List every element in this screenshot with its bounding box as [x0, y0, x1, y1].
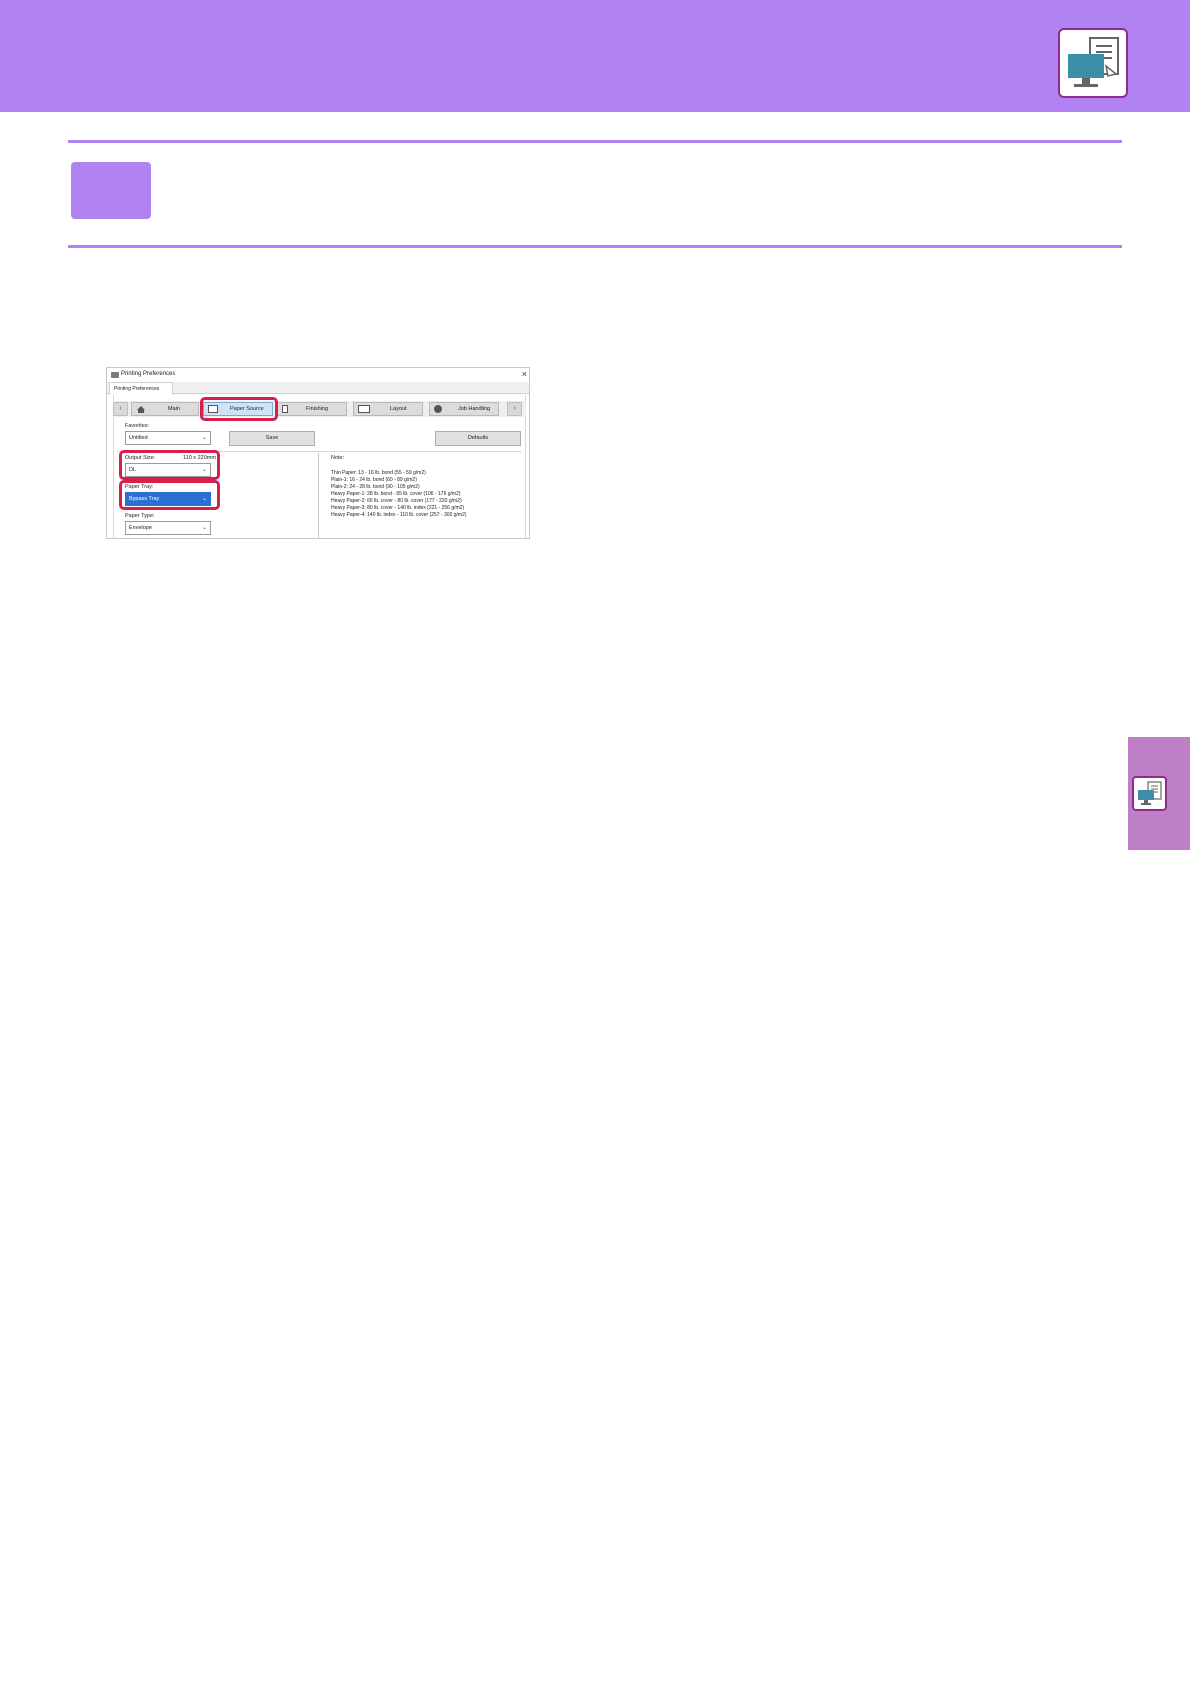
step-number-box: [71, 162, 151, 219]
finishing-icon: [282, 405, 288, 413]
dialog-title: Printing Preferences: [121, 371, 176, 377]
heading-rule-bottom: [68, 245, 1122, 248]
note-line: Heavy Paper-1: 28 lb. bond - 65 lb. cove…: [331, 491, 461, 497]
printing-preferences-dialog: Printing Preferences × Printing Preferen…: [106, 367, 530, 539]
tab-job-handling-label: Job Handling: [458, 406, 491, 412]
heading-rule-top: [68, 140, 1122, 143]
tab-finishing-label: Finishing: [306, 406, 329, 412]
print-from-pc-icon-small: [1132, 776, 1167, 811]
header-band: [0, 0, 1190, 112]
favorites-value: Untitled: [129, 435, 148, 441]
note-line: Plain-1: 16 - 24 lb. bond (60 - 89 g/m2): [331, 477, 417, 483]
tab-printing-preferences[interactable]: Printing Preferences: [109, 382, 173, 395]
tab-layout-label: Layout: [390, 406, 407, 412]
paper-type-label: Paper Type:: [125, 513, 155, 519]
chevron-down-icon: ⌄: [201, 435, 207, 441]
layout-icon: [358, 405, 370, 413]
note-line: Thin Paper: 13 - 16 lb. bond (55 - 59 g/…: [331, 470, 426, 476]
highlight-output-size: [119, 450, 220, 480]
tabs-prev-button[interactable]: ‹: [113, 402, 128, 416]
home-icon: [136, 405, 146, 413]
note-line: Heavy Paper-4: 140 lb. index - 110 lb. c…: [331, 512, 467, 518]
paper-type-value: Envelope: [129, 525, 152, 531]
dialog-titlebar: Printing Preferences ×: [107, 368, 529, 382]
save-button[interactable]: Save: [229, 431, 315, 446]
highlight-paper-source-tab: [200, 397, 278, 421]
print-from-pc-icon: [1058, 28, 1128, 98]
tab-main-label: Main: [168, 406, 180, 412]
defaults-button[interactable]: Defaults: [435, 431, 521, 446]
tabs-next-button[interactable]: ›: [507, 402, 522, 416]
chevron-down-icon: ⌄: [201, 525, 207, 531]
printer-icon: [111, 372, 119, 378]
tab-job-handling[interactable]: Job Handling: [429, 402, 499, 416]
favorites-label: Favorites:: [125, 423, 150, 429]
note-line: Heavy Paper-3: 80 lb. cover - 140 lb. in…: [331, 505, 465, 511]
note-line: Plain-2: 24 - 28 lb. bond (90 - 105 g/m2…: [331, 484, 420, 490]
tab-layout[interactable]: Layout: [353, 402, 423, 416]
note-label: Note:: [331, 455, 345, 461]
highlight-paper-tray: [119, 480, 220, 510]
job-handling-icon: [434, 405, 442, 413]
tab-main[interactable]: Main: [131, 402, 199, 416]
close-icon[interactable]: ×: [522, 369, 527, 379]
favorites-select[interactable]: Untitled ⌄: [125, 431, 211, 445]
note-line: Heavy Paper-2: 65 lb. cover - 80 lb. cov…: [331, 498, 462, 504]
column-divider: [318, 453, 319, 538]
paper-type-select[interactable]: Envelope ⌄: [125, 521, 211, 535]
tab-finishing[interactable]: Finishing: [277, 402, 347, 416]
